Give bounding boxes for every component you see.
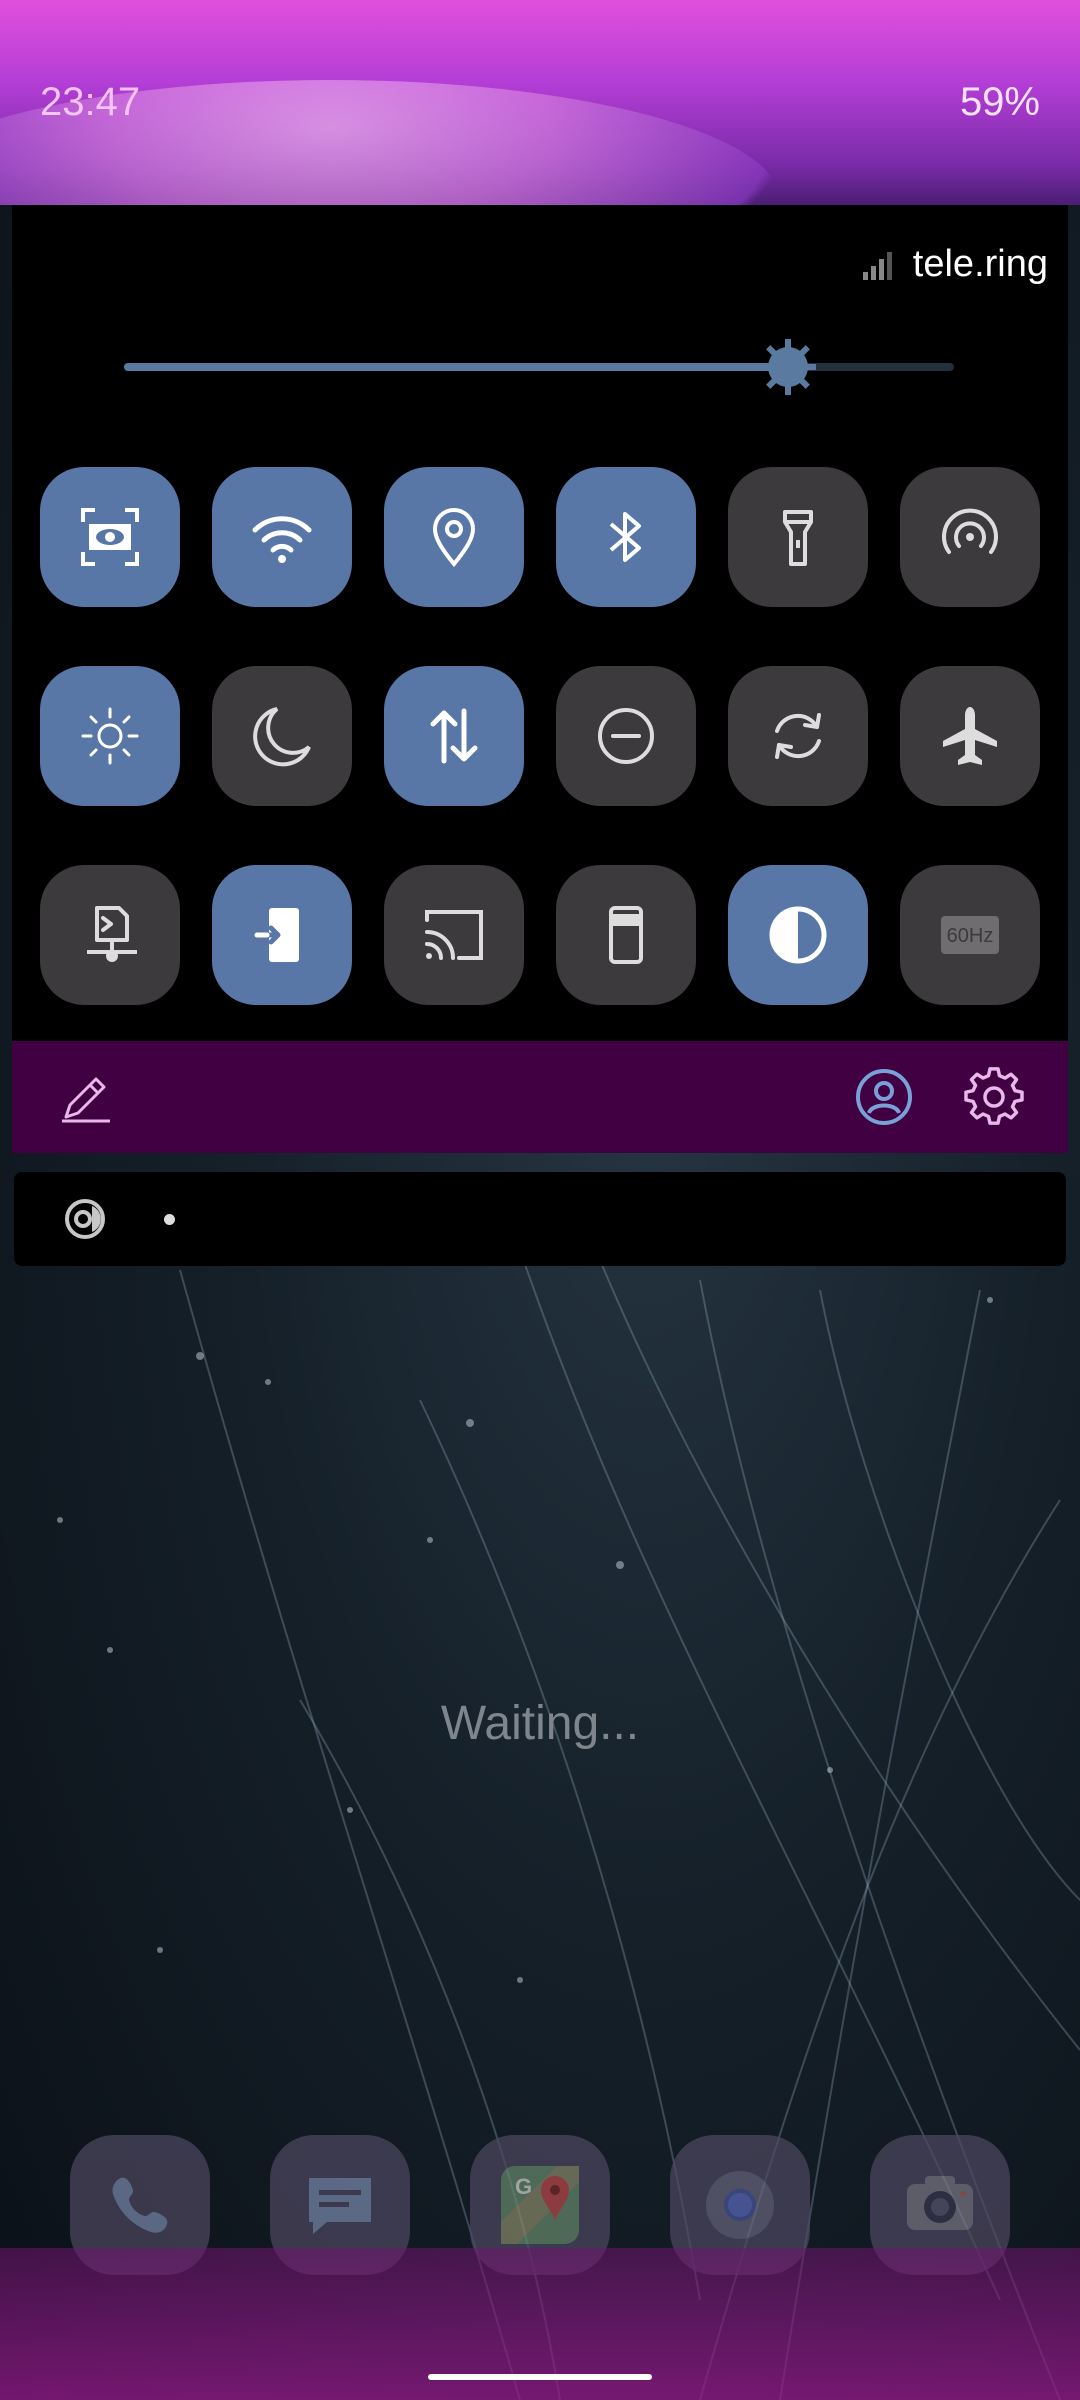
tile-flashlight[interactable]: [728, 467, 868, 607]
tile-location[interactable]: [384, 467, 524, 607]
status-time: 23:47: [40, 80, 141, 124]
battery-percentage: 59%: [959, 80, 1040, 124]
tile-do-not-disturb[interactable]: [556, 666, 696, 806]
notification-card[interactable]: [14, 1172, 1066, 1266]
home-gesture-handle[interactable]: [428, 2374, 652, 2380]
tile-refresh-rate[interactable]: 60Hz: [900, 865, 1040, 1005]
tile-phone-device[interactable]: [556, 865, 696, 1005]
carrier-name: tele.ring: [912, 242, 1048, 285]
flashlight-icon: [783, 510, 813, 566]
tile-row-3: 60Hz: [40, 865, 1040, 1005]
invert-colors-icon: [769, 906, 827, 964]
svg-text:G: G: [515, 2174, 532, 2199]
brightness-thumb-icon[interactable]: [758, 337, 818, 397]
refresh-rate-icon: 60Hz: [941, 916, 999, 954]
airplane-mode-icon: [943, 707, 997, 765]
tile-night-mode[interactable]: [212, 666, 352, 806]
quick-settings-header: [52, 215, 752, 295]
tile-nfc[interactable]: [212, 865, 352, 1005]
carrier-info: tele.ring: [859, 239, 1048, 289]
tile-network-share[interactable]: [40, 865, 180, 1005]
messages-app-icon: [309, 2178, 371, 2234]
quick-settings-tiles: 60Hz: [40, 467, 1040, 1064]
phone-device-icon: [609, 906, 643, 964]
edit-tiles-button[interactable]: [50, 1061, 122, 1133]
brightness-fill: [124, 363, 788, 371]
tile-hotspot[interactable]: [900, 467, 1040, 607]
tile-invert-colors[interactable]: [728, 865, 868, 1005]
phone-app-icon: [112, 2177, 168, 2233]
tile-airplane-mode[interactable]: [900, 666, 1040, 806]
refresh-rate-label: 60Hz: [947, 925, 994, 947]
hotspot-icon: [942, 508, 998, 554]
bluetooth-icon: [609, 512, 641, 562]
tile-cast[interactable]: [384, 865, 524, 1005]
widget-status-text: Waiting...: [440, 1697, 640, 1750]
pencil-icon: [62, 1077, 110, 1123]
location-icon: [432, 508, 476, 568]
gear-icon: [964, 1067, 1024, 1125]
settings-button[interactable]: [958, 1061, 1030, 1133]
maps-app-icon: G: [501, 2166, 579, 2244]
tile-wifi[interactable]: [212, 467, 352, 607]
night-mode-icon: [253, 707, 311, 767]
nfc-phone-icon: [254, 908, 299, 962]
mobile-data-icon: [430, 708, 478, 764]
tile-row-2: [40, 666, 1040, 806]
user-switch-button[interactable]: [848, 1061, 920, 1133]
account-icon: [856, 1069, 912, 1125]
wifi-icon: [252, 516, 312, 563]
tile-row-1: [40, 467, 1040, 607]
cast-icon: [425, 910, 483, 960]
tile-bluetooth[interactable]: [556, 467, 696, 607]
camera-app-icon: [907, 2176, 973, 2230]
brightness-slider[interactable]: [124, 339, 954, 395]
signal-strength-icon: [862, 252, 892, 280]
app-notification-icon: [65, 1199, 105, 1239]
quick-settings-panel: tele.ring 60Hz: [12, 205, 1068, 1041]
status-bar: 23:47 59%: [0, 0, 1080, 205]
tile-screen-eye[interactable]: [40, 467, 180, 607]
screen-eye-icon: [81, 508, 139, 566]
do-not-disturb-icon: [598, 708, 654, 764]
tile-auto-brightness[interactable]: [40, 666, 180, 806]
brightness-auto-icon: [81, 707, 139, 765]
auto-rotate-icon: [775, 713, 821, 759]
quick-settings-footer: [12, 1041, 1068, 1153]
notification-dot: [164, 1214, 175, 1225]
network-share-icon: [87, 906, 137, 962]
browser-app-icon: [706, 2171, 774, 2239]
tile-auto-rotate[interactable]: [728, 666, 868, 806]
tile-mobile-data[interactable]: [384, 666, 524, 806]
